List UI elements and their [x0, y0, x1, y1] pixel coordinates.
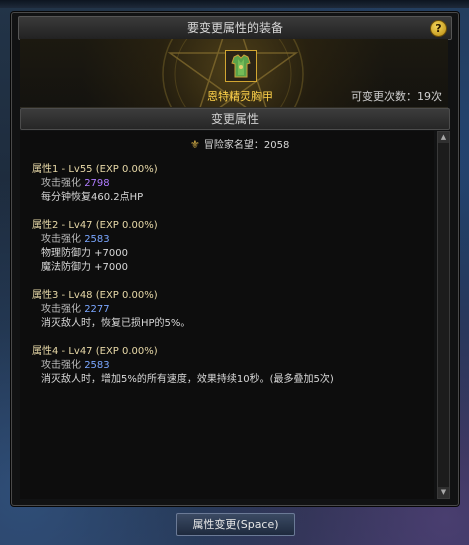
attribute-title: 属性1 - Lv55 (EXP 0.00%)	[32, 164, 158, 175]
scroll-up-icon[interactable]: ▲	[438, 132, 449, 143]
attribute-effect: 魔法防御力 +7000	[41, 262, 129, 273]
attribute-2: 属性2 - Lv47 (EXP 0.00%) 攻击强化 2583 物理防御力 +…	[32, 219, 158, 275]
section-header: 变更属性	[20, 108, 450, 130]
window-title: 要变更属性的装备	[186, 21, 283, 35]
attack-label: 攻击强化	[41, 360, 81, 371]
attack-value: 2583	[84, 360, 110, 371]
attack-label: 攻击强化	[41, 234, 81, 245]
title-bar: 要变更属性的装备 ?	[18, 16, 452, 40]
attribute-1: 属性1 - Lv55 (EXP 0.00%) 攻击强化 2798 每分钟恢复46…	[32, 163, 158, 205]
attack-value: 2798	[84, 178, 110, 189]
attribute-effect: 每分钟恢复460.2点HP	[41, 192, 144, 203]
scroll-down-icon[interactable]: ▼	[438, 487, 449, 498]
fame-text: 冒险家名望：2058	[203, 140, 290, 151]
attack-row: 攻击强化 2798	[32, 177, 158, 191]
fame-row: ⚜ 冒险家名望：2058	[190, 136, 289, 151]
top-strip	[0, 0, 469, 8]
attribute-title: 属性3 - Lv48 (EXP 0.00%)	[32, 290, 158, 301]
attribute-title: 属性4 - Lv47 (EXP 0.00%)	[32, 346, 158, 357]
attack-label: 攻击强化	[41, 304, 81, 315]
item-name: 恩特精灵胸甲	[207, 90, 273, 103]
attack-label: 攻击强化	[41, 178, 81, 189]
attack-value: 2583	[84, 234, 110, 245]
help-icon[interactable]: ?	[430, 20, 447, 37]
scrollbar[interactable]: ▲ ▼	[437, 131, 450, 499]
attribute-list-panel: ⚜ 冒险家名望：2058 属性1 - Lv55 (EXP 0.00%) 攻击强化 …	[20, 131, 434, 499]
change-count: 可变更次数：19次	[351, 90, 442, 103]
chest-armor-icon[interactable]	[225, 50, 257, 82]
section-title: 变更属性	[210, 112, 259, 126]
attack-row: 攻击强化 2583	[32, 233, 158, 247]
attack-row: 攻击强化 2277	[32, 303, 190, 317]
fame-icon: ⚜	[190, 138, 200, 151]
attribute-4: 属性4 - Lv47 (EXP 0.00%) 攻击强化 2583 消灭敌人时，增…	[32, 345, 334, 387]
attribute-title: 属性2 - Lv47 (EXP 0.00%)	[32, 220, 158, 231]
attack-row: 攻击强化 2583	[32, 359, 334, 373]
attack-value: 2277	[84, 304, 110, 315]
attribute-change-window: 要变更属性的装备 ? 恩特精灵胸甲 可变更次数：19次 变更属性 ⚜ 冒险家名望：…	[11, 12, 459, 506]
equipment-banner: 恩特精灵胸甲 可变更次数：19次	[20, 39, 448, 108]
attribute-3: 属性3 - Lv48 (EXP 0.00%) 攻击强化 2277 消灭敌人时，恢…	[32, 289, 190, 331]
attribute-effect: 消灭敌人时，增加5%的所有速度，效果持续10秒。(最多叠加5次)	[41, 374, 334, 385]
attribute-effect: 消灭敌人时，恢复已损HP的5%。	[41, 318, 191, 329]
attribute-effect: 物理防御力 +7000	[41, 248, 129, 259]
change-attribute-button[interactable]: 属性变更(Space)	[176, 513, 295, 536]
